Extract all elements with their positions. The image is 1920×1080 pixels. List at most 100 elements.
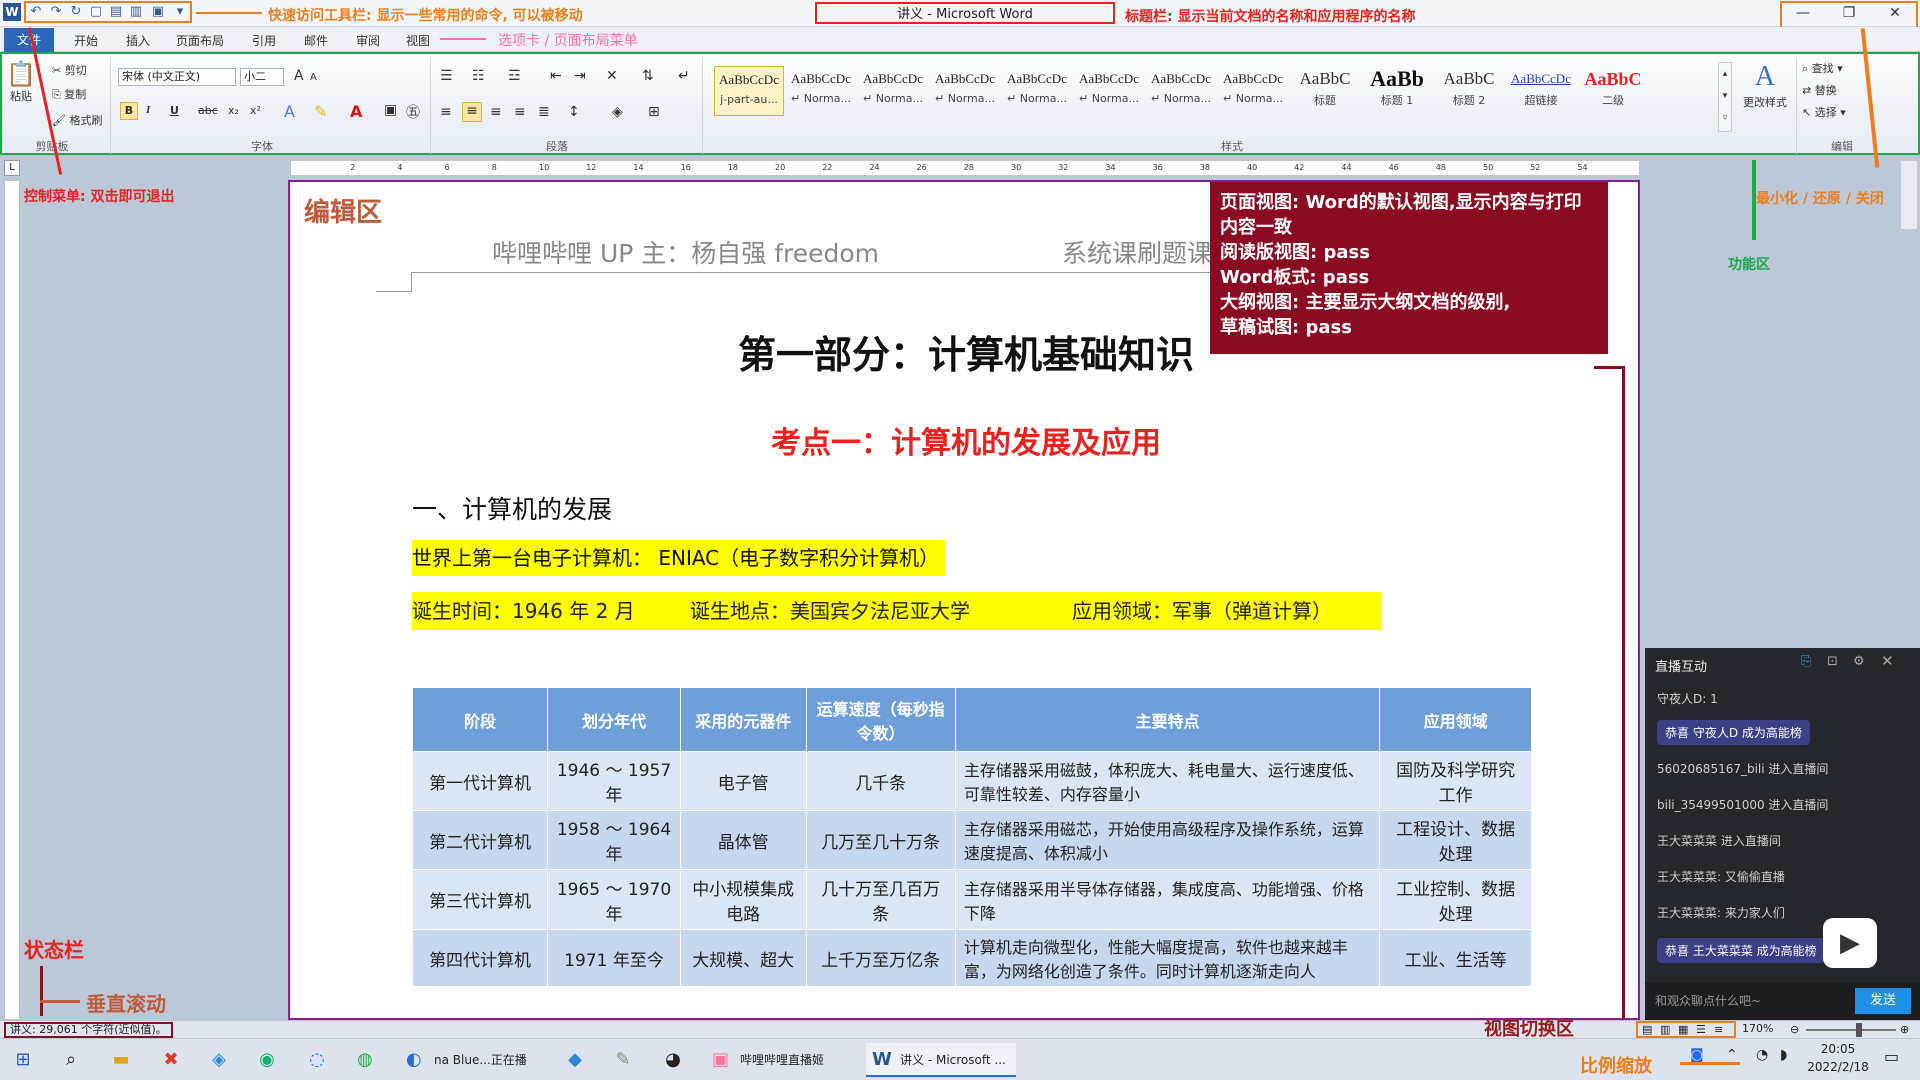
font-color-icon[interactable]: A [350, 102, 362, 121]
wechat-icon[interactable]: ◍ [352, 1047, 378, 1073]
borders-icon[interactable]: ⊞ [648, 104, 660, 120]
bold-button[interactable]: B [120, 102, 138, 120]
clock-date[interactable]: 2022/2/18 [1800, 1060, 1876, 1074]
chat-close-icon[interactable]: ✕ [1881, 652, 1894, 670]
style-item[interactable]: AaBbCcDc j-part-au... [714, 66, 784, 116]
line-spacing-icon[interactable]: ↕ [568, 104, 580, 120]
taskbar-music-app[interactable]: ◐ na Blue...正在播放... [400, 1043, 540, 1077]
app-tool-icon[interactable]: ✎ [610, 1047, 636, 1073]
align-center-icon[interactable]: ≡ [462, 102, 482, 122]
style-item[interactable]: AaBb 标题 1 [1362, 66, 1432, 116]
font-name-select[interactable]: 宋体 (中文正文) [118, 68, 236, 86]
chat-input[interactable]: 和观众聊点什么吧~ [1655, 992, 1761, 1009]
tab-mailings[interactable]: 邮件 [296, 30, 336, 52]
style-item[interactable]: AaBbCcDc ↵ Norma... [858, 66, 928, 116]
styles-scroll[interactable]: ▴ ▾ ▿ [1718, 62, 1732, 132]
distributed-icon[interactable]: ≣ [538, 104, 550, 120]
tab-selector[interactable]: L [4, 160, 20, 176]
file-explorer-icon[interactable]: ▬ [108, 1047, 134, 1073]
qq-icon[interactable]: ◕ [660, 1047, 686, 1073]
multilevel-list-icon[interactable]: ☲ [508, 68, 521, 84]
document-page[interactable]: 编辑区 哔哩哔哩 UP 主：杨自强 freedom 系统课刷题课 第一部分：计算… [288, 180, 1640, 1020]
print-layout-icon[interactable]: ▤ [1642, 1023, 1652, 1036]
taskbar-bilibili-app[interactable]: ▣ 哔哩哔哩直播姬 [706, 1043, 846, 1077]
change-styles-button[interactable]: A 更改样式 [1738, 60, 1792, 110]
word-count[interactable]: 讲义: 29,061 个字符(近似值)。 [4, 1022, 173, 1038]
taskbar-word-app[interactable]: W 讲义 - Microsoft ... [866, 1043, 1016, 1077]
style-item[interactable]: AaBbCcDc 超链接 [1506, 66, 1576, 116]
ruler-toggle-area[interactable] [1900, 160, 1918, 230]
zoom-level[interactable]: 170% [1742, 1022, 1773, 1035]
app-green-icon[interactable]: ◉ [254, 1047, 280, 1073]
select-button[interactable]: ↖ 选择 ▾ [1802, 104, 1846, 120]
app-circle-icon[interactable]: ◌ [304, 1047, 330, 1073]
tab-page-layout[interactable]: 页面布局 [170, 30, 230, 52]
style-item[interactable]: AaBbCcDc ↵ Norma... [1002, 66, 1072, 116]
zoom-slider[interactable] [1806, 1029, 1896, 1031]
tray-chevron-icon[interactable]: ⌃ [1726, 1047, 1738, 1063]
bilibili-play-icon[interactable]: ▶ [1823, 918, 1877, 968]
zoom-in-icon[interactable]: ⊕ [1900, 1023, 1909, 1036]
style-item[interactable]: AaBbCcDc ↵ Norma... [1146, 66, 1216, 116]
align-left-icon[interactable]: ≡ [440, 104, 452, 120]
tab-view[interactable]: 视图 [398, 30, 438, 52]
find-button[interactable]: ⌕ 查找 ▾ [1802, 60, 1843, 76]
numbering-icon[interactable]: ☷ [472, 68, 485, 84]
app-red-icon[interactable]: ✖ [158, 1047, 184, 1073]
shading-icon[interactable]: ◈ [612, 104, 623, 120]
horizontal-ruler[interactable]: 2 4 6 8 10 12 14 16 18 20 22 24 26 28 30 32 34 36 38 40 42 44… [290, 160, 1640, 176]
increase-indent-icon[interactable]: ⇥ [574, 68, 586, 84]
notification-icon[interactable]: ▭ [1884, 1047, 1899, 1066]
decrease-indent-icon[interactable]: ⇤ [550, 68, 562, 84]
bullets-icon[interactable]: ☰ [440, 68, 453, 84]
font-size-select[interactable]: 小二 [240, 68, 284, 86]
paste-button[interactable]: 📋 粘贴 [6, 60, 36, 116]
style-item[interactable]: AaBbC 二级 [1578, 66, 1648, 116]
style-item[interactable]: AaBbCcDc ↵ Norma... [1074, 66, 1144, 116]
style-item[interactable]: AaBbC 标题 2 [1434, 66, 1504, 116]
style-item[interactable]: AaBbC 标题 [1290, 66, 1360, 116]
shrink-font-button[interactable]: A [310, 72, 317, 83]
align-right-icon[interactable]: ≡ [490, 104, 502, 120]
strikethrough-button[interactable]: abc [198, 104, 218, 117]
show-marks-icon[interactable]: ↵ [678, 68, 690, 84]
text-effects-icon[interactable]: A [284, 102, 295, 121]
replace-button[interactable]: ⇄ 替换 [1802, 82, 1837, 98]
style-item[interactable]: AaBbCcDc ↵ Norma... [786, 66, 856, 116]
vertical-ruler[interactable] [4, 180, 20, 1020]
chat-settings-icon[interactable]: ⚙ [1853, 654, 1865, 669]
word-app-icon[interactable]: W [3, 3, 21, 21]
draft-view-icon[interactable]: ≡ [1714, 1023, 1723, 1036]
zoom-thumb[interactable] [1856, 1023, 1862, 1037]
windows-start-icon[interactable]: ⊞ [10, 1047, 36, 1073]
superscript-button[interactable]: x² [250, 104, 261, 117]
tab-review[interactable]: 审阅 [348, 30, 388, 52]
style-item[interactable]: AaBbCcDc ↵ Norma... [1218, 66, 1288, 116]
copy-button[interactable]: ⎘ 复制 [52, 86, 86, 102]
format-painter-button[interactable]: 🖌 格式刷 [52, 112, 102, 128]
app-blue-icon[interactable]: ◈ [206, 1047, 232, 1073]
clock-time[interactable]: 20:05 [1808, 1042, 1868, 1056]
chat-share-icon[interactable]: ⎘ [1801, 654, 1811, 669]
tab-insert[interactable]: 插入 [118, 30, 158, 52]
search-icon[interactable]: ⌕ [58, 1047, 84, 1073]
web-layout-icon[interactable]: ▦ [1678, 1023, 1688, 1036]
enclose-char-icon[interactable]: ㊄ [406, 102, 420, 122]
outline-view-icon[interactable]: ☰ [1696, 1023, 1706, 1036]
italic-button[interactable]: I [146, 104, 150, 116]
network-icon[interactable]: ◔ [1756, 1047, 1768, 1063]
subscript-button[interactable]: x₂ [228, 104, 239, 117]
tray-app-icon[interactable]: ◙ [1690, 1047, 1704, 1063]
style-item[interactable]: AaBbCcDc ↵ Norma... [930, 66, 1000, 116]
highlight-icon[interactable]: ✎ [314, 102, 327, 121]
char-shading-icon[interactable]: ▣ [384, 102, 397, 118]
chat-send-button[interactable]: 发送 [1855, 988, 1911, 1014]
tab-references[interactable]: 引用 [244, 30, 284, 52]
zoom-out-icon[interactable]: ⊖ [1790, 1023, 1799, 1036]
chinese-layout-icon[interactable]: ✕ [606, 68, 618, 84]
grow-font-button[interactable]: A [294, 68, 304, 84]
justify-icon[interactable]: ≡ [514, 104, 526, 120]
cut-button[interactable]: ✂ 剪切 [52, 62, 87, 78]
underline-button[interactable]: U [170, 104, 179, 117]
volume-icon[interactable]: ◗ [1780, 1047, 1787, 1063]
